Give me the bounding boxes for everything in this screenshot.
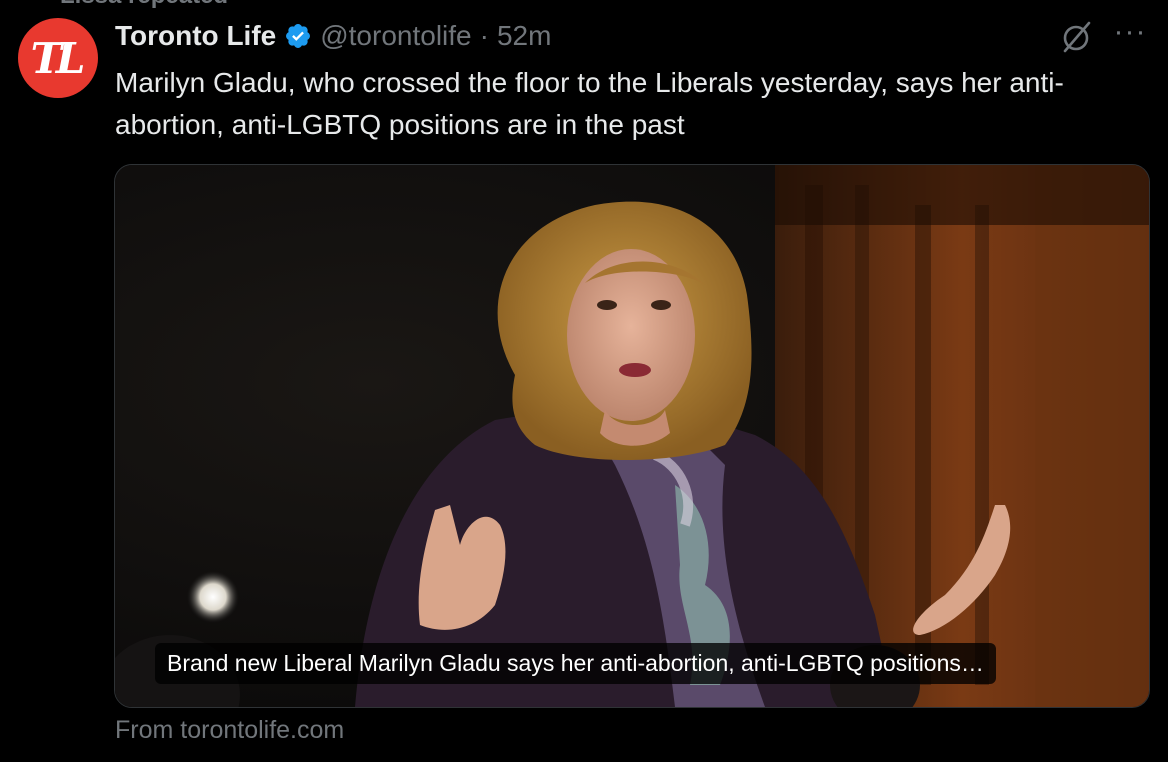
tweet-header: Toronto Life @torontolife · 52m	[115, 18, 551, 54]
avatar-logo-text: TL	[30, 33, 86, 83]
card-source[interactable]: From torontolife.com	[115, 716, 344, 745]
separator-dot: ·	[479, 20, 489, 51]
article-photo	[115, 165, 1149, 707]
card-title: Brand new Liberal Marilyn Gladu says her…	[155, 643, 996, 684]
avatar[interactable]: TL	[18, 18, 98, 98]
grok-icon[interactable]	[1058, 18, 1096, 56]
author-display-name[interactable]: Toronto Life	[115, 20, 276, 52]
tweet-timestamp[interactable]: 52m	[497, 20, 551, 52]
link-card[interactable]: Brand new Liberal Marilyn Gladu says her…	[114, 164, 1150, 708]
author-handle[interactable]: @torontolife	[320, 20, 471, 52]
verified-badge-icon[interactable]	[284, 22, 312, 50]
tweet-text: Marilyn Gladu, who crossed the floor to …	[115, 67, 1064, 140]
more-icon[interactable]: ···	[1110, 17, 1150, 52]
repost-context[interactable]: Lissa repeated	[60, 0, 228, 9]
repost-label: Lissa repeated	[60, 0, 228, 10]
